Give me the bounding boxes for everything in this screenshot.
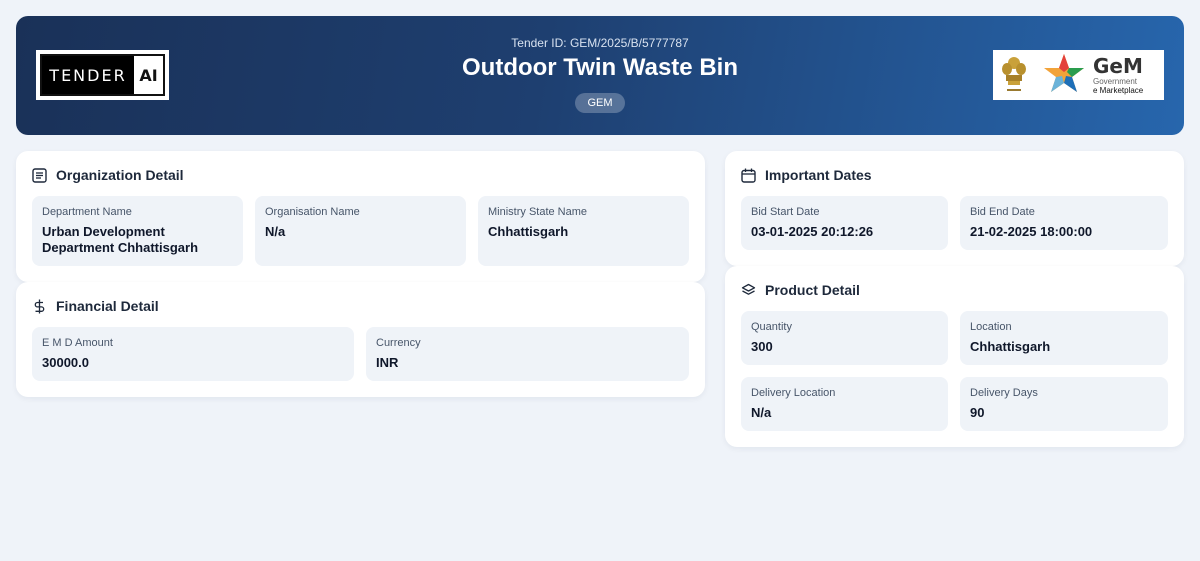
product-card-title: Product Detail bbox=[741, 282, 860, 298]
field-value: Chhattisgarh bbox=[970, 339, 1051, 354]
field-label: Currency bbox=[376, 337, 421, 349]
gem-logo-sub1: Government bbox=[1093, 76, 1138, 86]
layers-icon bbox=[741, 283, 756, 295]
dollar-icon bbox=[34, 299, 45, 313]
field-label: Bid Start Date bbox=[751, 206, 820, 218]
field-value: Urban Development Department Chhattisgar… bbox=[42, 224, 199, 255]
dates-title: Important Dates bbox=[765, 167, 872, 183]
field-department-name: Department Name Urban Development Depart… bbox=[32, 196, 243, 266]
field-value: Chhattisgarh bbox=[488, 224, 569, 239]
document-list-icon bbox=[32, 167, 47, 183]
field-bid-end-date: Bid End Date 21-02-2025 18:00:00 bbox=[960, 196, 1168, 250]
organization-card-title: Organization Detail bbox=[32, 167, 184, 183]
dates-card: Important Dates Bid Start Date 03-01-202… bbox=[725, 151, 1184, 266]
calendar-icon bbox=[741, 168, 756, 183]
field-label: Organisation Name bbox=[265, 206, 360, 218]
field-ministry-state-name: Ministry State Name Chhattisgarh bbox=[478, 196, 689, 266]
field-quantity: Quantity 300 bbox=[741, 311, 948, 365]
field-value: INR bbox=[376, 355, 399, 370]
tender-header: TENDER AI Tender ID: GEM/2025/B/5777787 … bbox=[16, 16, 1184, 135]
financial-card-title: Financial Detail bbox=[32, 298, 159, 314]
field-delivery-location: Delivery Location N/a bbox=[741, 377, 948, 431]
field-value: 21-02-2025 18:00:00 bbox=[970, 224, 1093, 239]
organization-card: Organization Detail Department Name Urba… bbox=[16, 151, 705, 282]
gem-logo-sub2: e Marketplace bbox=[1093, 85, 1144, 95]
field-value: 90 bbox=[970, 405, 985, 420]
field-bid-start-date: Bid Start Date 03-01-2025 20:12:26 bbox=[741, 196, 948, 250]
financial-title: Financial Detail bbox=[56, 298, 159, 314]
field-label: Location bbox=[970, 321, 1012, 333]
field-label: Delivery Days bbox=[970, 387, 1038, 399]
field-label: Delivery Location bbox=[751, 387, 836, 399]
field-value: 30000.0 bbox=[42, 355, 89, 370]
field-delivery-days: Delivery Days 90 bbox=[960, 377, 1168, 431]
field-location: Location Chhattisgarh bbox=[960, 311, 1168, 365]
field-emd-amount: E M D Amount 30000.0 bbox=[32, 327, 354, 381]
field-currency: Currency INR bbox=[366, 327, 689, 381]
field-value: 300 bbox=[751, 339, 773, 354]
field-value: 03-01-2025 20:12:26 bbox=[751, 224, 874, 239]
product-title: Product Detail bbox=[765, 282, 860, 298]
organization-title: Organization Detail bbox=[56, 167, 184, 183]
field-label: Department Name bbox=[42, 206, 132, 218]
product-card: Product Detail Quantity 300 Location Chh… bbox=[725, 266, 1184, 447]
field-value: N/a bbox=[751, 405, 772, 420]
gem-star-icon bbox=[1044, 54, 1084, 92]
field-label: E M D Amount bbox=[42, 337, 113, 349]
source-badge: GEM bbox=[575, 93, 625, 113]
field-value: N/a bbox=[265, 224, 286, 239]
gem-logo: GeM Government e Marketplace bbox=[993, 50, 1164, 100]
emblem-icon bbox=[1002, 57, 1026, 91]
dates-card-title: Important Dates bbox=[741, 167, 872, 183]
field-label: Quantity bbox=[751, 321, 792, 333]
field-label: Bid End Date bbox=[970, 206, 1035, 218]
financial-card: Financial Detail E M D Amount 30000.0 Cu… bbox=[16, 282, 705, 397]
field-organisation-name: Organisation Name N/a bbox=[255, 196, 466, 266]
gem-logo-title: GeM bbox=[1093, 53, 1143, 78]
tender-id: Tender ID: GEM/2025/B/5777787 bbox=[511, 36, 689, 50]
field-label: Ministry State Name bbox=[488, 206, 588, 218]
